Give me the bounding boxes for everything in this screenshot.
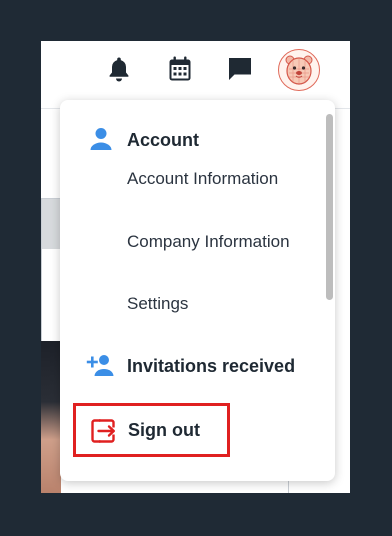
- chat-icon[interactable]: [226, 55, 254, 83]
- background-photo: [41, 341, 61, 493]
- person-add-icon: [86, 352, 116, 378]
- top-bar: [41, 41, 350, 109]
- background-card-header: [42, 199, 61, 249]
- sign-out-label: Sign out: [128, 420, 200, 440]
- calendar-icon[interactable]: [166, 55, 194, 83]
- account-label: Account: [127, 130, 199, 150]
- menu-scrollbar[interactable]: [326, 114, 333, 300]
- bell-icon[interactable]: [105, 55, 133, 83]
- menu-item-invitations[interactable]: Invitations received: [60, 352, 325, 382]
- menu-item-account-information[interactable]: Account Information: [127, 166, 317, 192]
- account-section-header[interactable]: Account: [60, 126, 325, 156]
- sign-out-button[interactable]: Sign out: [73, 403, 230, 457]
- sign-out-icon: [90, 418, 116, 444]
- user-dropdown-menu: Account Account Information Company Info…: [60, 100, 335, 481]
- bear-avatar-icon: [285, 55, 313, 85]
- menu-item-settings[interactable]: Settings: [127, 291, 317, 317]
- avatar[interactable]: [278, 49, 320, 91]
- invitations-label: Invitations received: [127, 356, 296, 376]
- menu-item-company-information[interactable]: Company Information: [127, 229, 317, 255]
- person-icon: [86, 126, 116, 152]
